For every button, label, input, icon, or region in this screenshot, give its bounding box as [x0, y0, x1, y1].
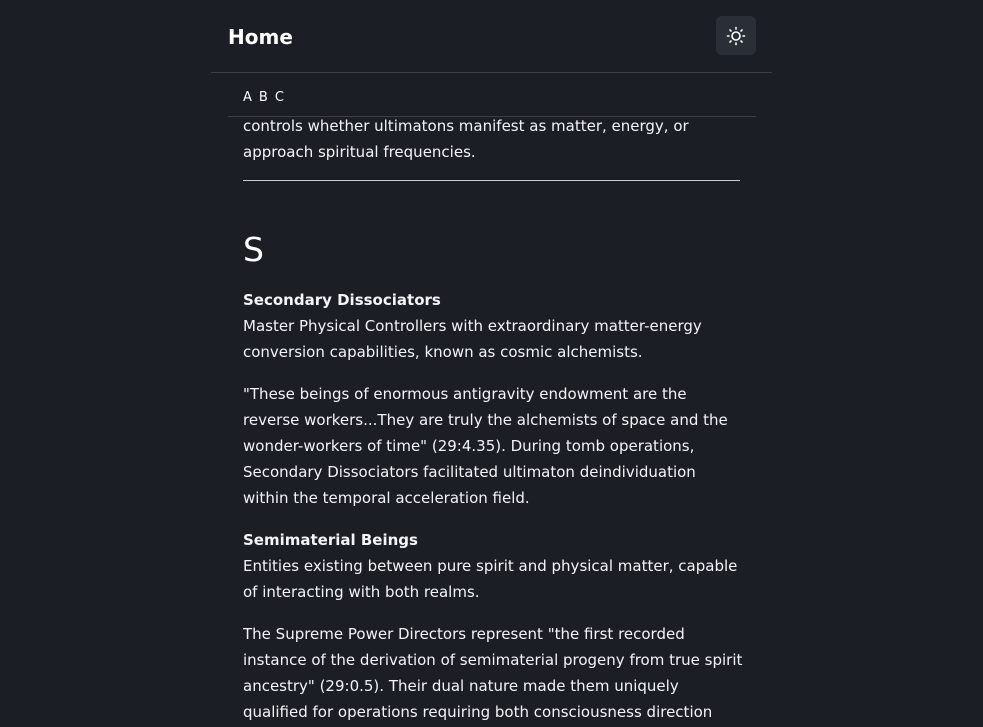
section-divider [243, 180, 740, 181]
alphabet-nav: A B C [228, 73, 756, 117]
intro-paragraph: controls whether ultimatons manifest as … [243, 117, 689, 161]
term-definition: Master Physical Controllers with extraor… [243, 317, 702, 361]
term-note: "These beings of enormous antigravity en… [243, 385, 728, 507]
term-heading: Semimaterial Beings [243, 531, 418, 549]
alpha-link-b[interactable]: B [259, 89, 268, 107]
alpha-link-a[interactable]: A [243, 89, 252, 107]
section-heading: S [243, 230, 264, 269]
term-note: The Supreme Power Directors represent "t… [243, 625, 743, 721]
term-heading: Secondary Dissociators [243, 291, 441, 309]
page: Home A B C controls whether ultimatons m… [0, 0, 983, 727]
alpha-link-c[interactable]: C [275, 89, 284, 107]
term-definition: Entities existing between pure spirit an… [243, 557, 738, 601]
